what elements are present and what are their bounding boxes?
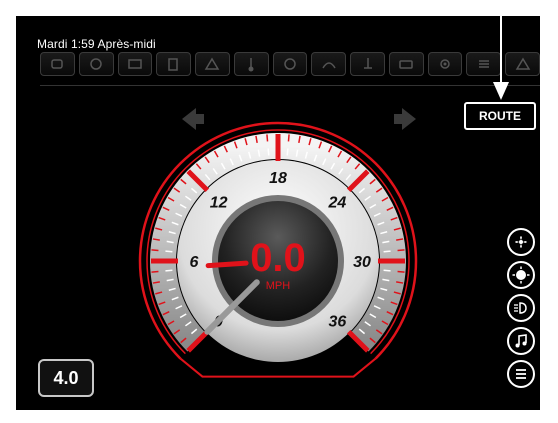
- needle: [205, 260, 249, 269]
- tick-label: 36: [328, 313, 346, 330]
- minor-tick: [267, 148, 270, 156]
- minor-tick-red: [151, 249, 159, 252]
- minor-tick: [286, 148, 289, 156]
- coolant-icon: [350, 52, 385, 76]
- tick-label: 12: [210, 195, 228, 212]
- minor-tick-red: [151, 270, 159, 273]
- music-icon: [515, 334, 527, 348]
- lights-icon: [466, 52, 502, 76]
- temperature-icon: [233, 52, 269, 76]
- tick-label: 24: [327, 195, 346, 212]
- traction-icon: [311, 52, 347, 76]
- side-buttons: [507, 228, 539, 393]
- headlight-icon: [514, 302, 527, 314]
- menu-button[interactable]: [507, 360, 535, 388]
- fuel-icon: [156, 52, 192, 76]
- status-datetime: Mardi 1:59 Après-midi: [37, 37, 156, 51]
- oil-icon: [195, 52, 230, 76]
- service-icon: [427, 52, 463, 76]
- battery-icon: [117, 52, 153, 76]
- fan-icon: [515, 236, 527, 248]
- minor-tick-red: [287, 134, 290, 142]
- minor-tick-red: [397, 249, 405, 252]
- tick-label: 18: [269, 170, 287, 187]
- speed-readout: 0.0: [250, 236, 306, 280]
- minor-tick-red: [397, 270, 405, 273]
- headlight-button[interactable]: [507, 294, 535, 322]
- brightness-button[interactable]: [507, 261, 535, 289]
- minor-tick-red: [266, 134, 269, 142]
- seatbelt-icon: [272, 52, 308, 76]
- minor-tick: [165, 250, 173, 253]
- minor-tick: [383, 250, 391, 253]
- odometer[interactable]: 4.0: [38, 359, 94, 397]
- tick-label: 30: [353, 254, 371, 271]
- brake-icon: [78, 52, 114, 76]
- brightness-icon: [512, 266, 530, 284]
- speed-unit: MPH: [266, 280, 291, 292]
- minor-tick: [165, 269, 173, 272]
- route-button[interactable]: ROUTE: [464, 102, 536, 130]
- charging-icon: [388, 52, 424, 76]
- fan-button[interactable]: [507, 228, 535, 256]
- tick-label: 6: [190, 254, 199, 271]
- display-screen: 0612182430360.0MPH Mardi 1:59 Après-midi…: [16, 16, 540, 410]
- warning-icon: [505, 52, 540, 76]
- menu-icon: [516, 369, 526, 379]
- indicator-row: [40, 52, 540, 76]
- music-button[interactable]: [507, 327, 535, 355]
- engine-icon: [40, 52, 75, 76]
- divider: [40, 85, 540, 86]
- minor-tick: [383, 269, 391, 272]
